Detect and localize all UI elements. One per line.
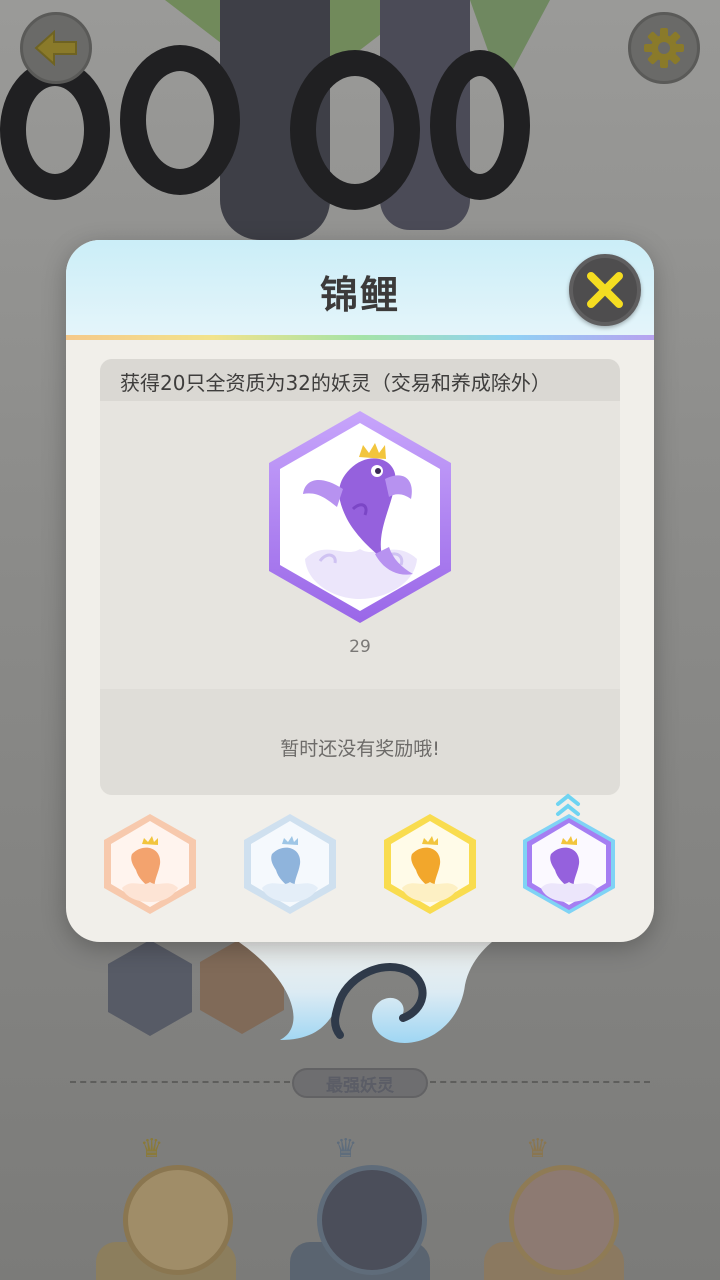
settings-gear-icon bbox=[644, 28, 684, 68]
achievement-condition: 获得20只全资质为32的妖灵（交易和养成除外） bbox=[120, 371, 551, 395]
background-achievement-badge bbox=[108, 940, 192, 1036]
settings-button[interactable] bbox=[628, 12, 700, 84]
avatar[interactable] bbox=[509, 1165, 619, 1275]
dialog-bubble-tail bbox=[220, 930, 510, 1043]
avatar[interactable] bbox=[317, 1165, 427, 1275]
back-arrow-icon bbox=[34, 30, 77, 66]
crown-icon: ♛ bbox=[334, 1134, 358, 1164]
avatar[interactable] bbox=[123, 1165, 233, 1275]
dialog-header-divider bbox=[66, 335, 654, 340]
back-button[interactable] bbox=[20, 12, 92, 84]
strongest-spirit-label: 最强妖灵 bbox=[292, 1068, 428, 1098]
no-reward-message: 暂时还没有奖励哦! bbox=[280, 738, 440, 760]
crown-icon: ♛ bbox=[526, 1134, 550, 1164]
close-icon bbox=[587, 272, 623, 308]
divider-line bbox=[70, 1081, 290, 1083]
crown-icon: ♛ bbox=[140, 1134, 164, 1164]
tier-badge-bronze[interactable] bbox=[102, 812, 198, 916]
achievement-dialog: 锦鲤 获得20只全资质为32的妖灵（交易和养成除外） 29 暂时还没有奖励哦! bbox=[66, 240, 654, 942]
reward-section: 暂时还没有奖励哦! bbox=[100, 689, 620, 795]
background-ring bbox=[120, 45, 240, 195]
tier-badge-gold[interactable] bbox=[382, 812, 478, 916]
koi-badge-large bbox=[269, 411, 451, 623]
condition-bar: 获得20只全资质为32的妖灵（交易和养成除外） bbox=[100, 359, 620, 401]
close-button[interactable] bbox=[569, 254, 641, 326]
background-ring bbox=[430, 50, 530, 200]
divider-line bbox=[430, 1081, 650, 1083]
strongest-spirit-label-text: 最强妖灵 bbox=[326, 1075, 394, 1096]
chevron-up-icon bbox=[556, 793, 580, 816]
background-ring bbox=[290, 50, 420, 210]
tier-badge-silver[interactable] bbox=[242, 812, 338, 916]
achievement-progress: 29 bbox=[349, 637, 371, 657]
tier-badge-purple[interactable] bbox=[521, 812, 617, 916]
dialog-title: 锦鲤 bbox=[319, 273, 400, 317]
achievement-info-panel: 获得20只全资质为32的妖灵（交易和养成除外） 29 暂时还没有奖励哦! bbox=[100, 359, 620, 795]
